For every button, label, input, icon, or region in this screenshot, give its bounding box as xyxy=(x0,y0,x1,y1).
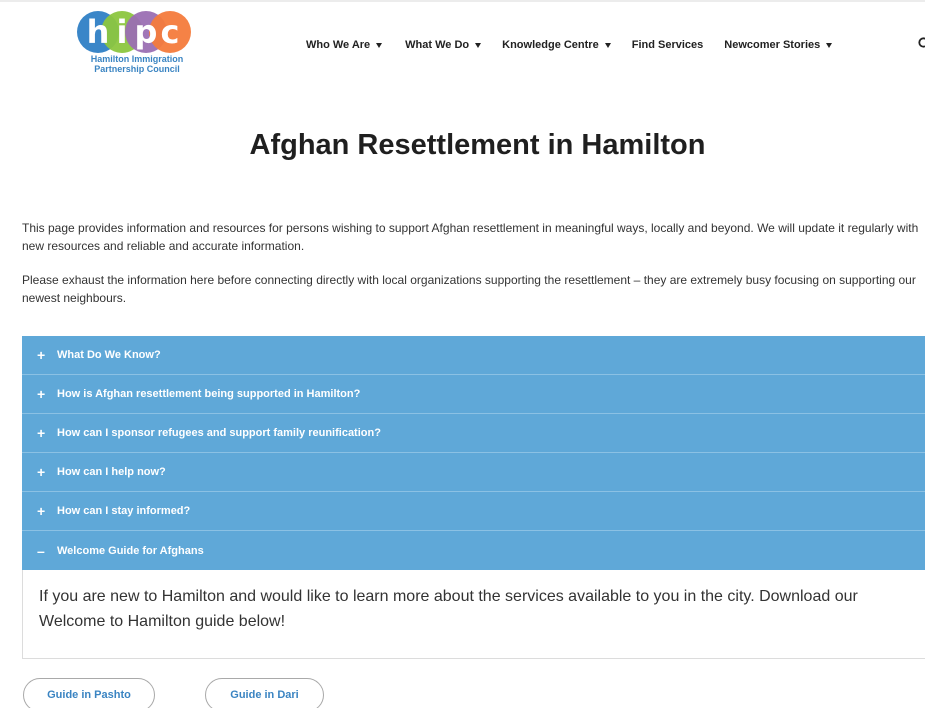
plus-icon: + xyxy=(37,425,46,441)
caret-down-icon xyxy=(376,42,383,48)
accordion-item-welcome-guide[interactable]: – Welcome Guide for Afghans xyxy=(22,531,925,570)
nav-knowledge-centre[interactable]: Knowledge Centre xyxy=(502,39,611,51)
guide-dari-button[interactable]: Guide in Dari xyxy=(205,678,324,708)
nav-find-services[interactable]: Find Services xyxy=(632,39,704,51)
accordion-label: Welcome Guide for Afghans xyxy=(57,544,204,557)
accordion-item-stay-informed[interactable]: + How can I stay informed? xyxy=(22,492,925,531)
nav-label: Who We Are xyxy=(306,39,371,51)
hipc-logo-mark: h i p c xyxy=(77,11,191,53)
accordion-label: How can I sponsor refugees and support f… xyxy=(57,427,381,439)
accordion-item-sponsor-refugees[interactable]: + How can I sponsor refugees and support… xyxy=(22,414,925,453)
nav-who-we-are[interactable]: Who We Are xyxy=(306,39,383,51)
accordion-label: How can I help now? xyxy=(57,466,166,478)
nav-label: What We Do xyxy=(405,39,470,51)
accordion-item-resettlement-support[interactable]: + How is Afghan resettlement being suppo… xyxy=(22,375,925,414)
accordion-item-what-do-we-know[interactable]: + What Do We Know? xyxy=(22,336,925,375)
faq-accordion: + What Do We Know? + How is Afghan reset… xyxy=(22,336,925,659)
plus-icon: + xyxy=(37,503,46,519)
guide-pashto-button[interactable]: Guide in Pashto xyxy=(23,678,155,708)
accordion-label: How is Afghan resettlement being support… xyxy=(57,388,361,400)
nav-label: Newcomer Stories xyxy=(724,39,821,51)
welcome-guide-text: If you are new to Hamilton and would lik… xyxy=(39,588,858,630)
logo-line-2: Partnership Council xyxy=(94,64,180,74)
page-title: Afghan Resettlement in Hamilton xyxy=(249,129,706,161)
nav-newcomer-stories[interactable]: Newcomer Stories xyxy=(724,39,833,51)
nav-label: Find Services xyxy=(631,39,704,51)
header-top-border xyxy=(0,0,925,2)
search-icon[interactable] xyxy=(918,37,925,51)
caret-down-icon xyxy=(826,42,833,48)
hipc-logo[interactable]: h i p c Hamilton Immigration Partnership… xyxy=(72,8,202,92)
nav-label: Knowledge Centre xyxy=(502,39,599,51)
logo-letter-c: c xyxy=(161,13,180,51)
caret-down-icon xyxy=(604,42,611,48)
logo-letter-p: p xyxy=(135,13,158,51)
logo-line-1: Hamilton Immigration xyxy=(90,54,184,64)
intro-paragraph-1: This page provides information and resou… xyxy=(22,221,919,253)
intro-paragraph-2: Please exhaust the information here befo… xyxy=(22,273,916,305)
logo-letter-i: i xyxy=(117,13,128,51)
logo-wordmark: Hamilton Immigration Partnership Council xyxy=(72,54,202,74)
caret-down-icon xyxy=(475,42,482,48)
plus-icon: + xyxy=(37,347,46,363)
plus-icon: + xyxy=(37,386,46,402)
logo-letter-h: h xyxy=(87,13,110,51)
accordion-label: What Do We Know? xyxy=(57,349,161,361)
main-nav: Who We Are What We Do Knowledge Centre F… xyxy=(306,37,833,53)
nav-what-we-do[interactable]: What We Do xyxy=(405,39,482,51)
accordion-item-help-now[interactable]: + How can I help now? xyxy=(22,453,925,492)
accordion-label: How can I stay informed? xyxy=(57,505,191,517)
accordion-panel-welcome-guide: If you are new to Hamilton and would lik… xyxy=(22,570,925,659)
plus-icon: + xyxy=(37,464,46,480)
minus-icon: – xyxy=(37,542,45,559)
